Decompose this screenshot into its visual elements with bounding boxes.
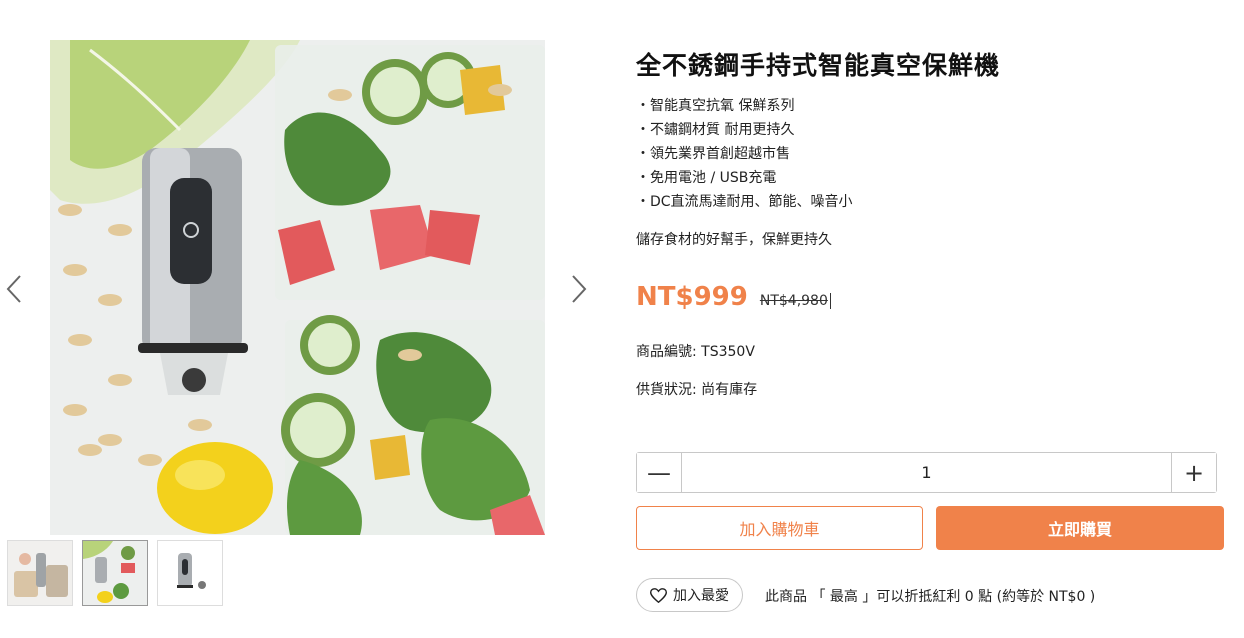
sale-price: NT$999 [636,282,748,312]
thumbnail-2[interactable] [82,540,148,606]
gallery-next-button[interactable] [569,272,589,306]
feature-list: 智能真空抗氧 保鮮系列 不鏽鋼材質 耐用更持久 領先業界首創超越市售 免用電池 … [636,94,853,214]
quantity-decrease-button[interactable]: — [637,453,682,492]
quantity-input[interactable] [682,453,1171,492]
feature-item: 不鏽鋼材質 耐用更持久 [636,118,853,142]
chevron-right-icon [572,275,587,303]
price-row: NT$999 NT$4,980 [636,282,831,312]
product-tagline: 儲存食材的好幫手，保鮮更持久 [636,232,832,248]
plus-icon: + [1183,458,1205,487]
thumbnail-3[interactable] [157,540,223,606]
buy-now-button[interactable]: 立即購買 [936,506,1224,550]
bonus-points-text: 此商品 「 最高 」可以折抵紅利 0 點 (約等於 NT$0 ) [765,589,1096,605]
quantity-increase-button[interactable]: + [1171,453,1216,492]
thumbnail-1[interactable] [7,540,73,606]
thumbnail-1-image [8,541,72,605]
stock-status: 供貨狀況: 尚有庫存 [636,382,758,398]
thumbnail-3-image [158,541,222,605]
product-sku: 商品編號: TS350V [636,344,755,360]
wishlist-button[interactable]: 加入最愛 [636,578,743,612]
feature-item: 免用電池 / USB充電 [636,166,853,190]
thumbnail-2-image [83,541,147,605]
heart-icon [650,587,667,603]
wishlist-label: 加入最愛 [673,588,729,604]
gallery-prev-button[interactable] [4,272,24,306]
quantity-stepper: — + [636,452,1217,493]
main-product-image [50,40,545,535]
add-to-cart-button[interactable]: 加入購物車 [636,506,923,550]
chevron-left-icon [6,275,21,303]
minus-icon: — [647,458,671,487]
feature-item: 領先業界首創超越市售 [636,142,853,166]
thumbnail-strip [7,540,223,606]
original-price: NT$4,980 [760,293,831,309]
feature-item: DC直流馬達耐用、節能、噪音小 [636,190,853,214]
feature-item: 智能真空抗氧 保鮮系列 [636,94,853,118]
product-title: 全不銹鋼手持式智能真空保鮮機 [636,51,1001,80]
